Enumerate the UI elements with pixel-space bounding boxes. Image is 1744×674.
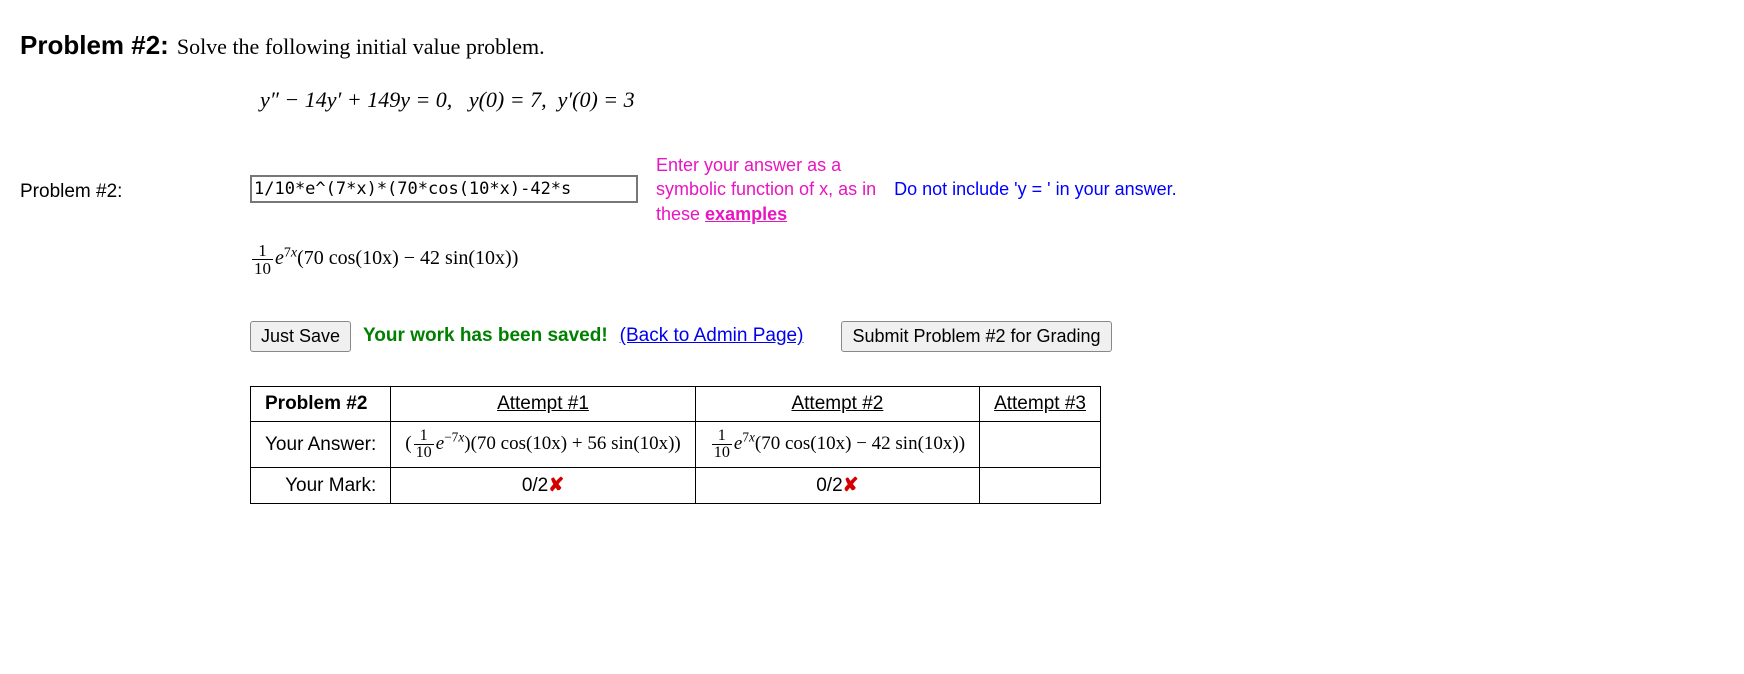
problem-prompt: Solve the following initial value proble… — [177, 34, 545, 60]
rendered-frac-num: 1 — [252, 242, 273, 260]
hint-line2: symbolic function of x, as in — [656, 179, 876, 199]
hint-line1: Enter your answer as a — [656, 155, 841, 175]
problem-header: Problem #2: Solve the following initial … — [20, 30, 1724, 61]
input-warning: Do not include 'y = ' in your answer. — [894, 179, 1177, 200]
row-answer-label: Your Answer: — [251, 421, 391, 467]
table-title: Problem #2 — [251, 386, 391, 421]
saved-message: Your work has been saved! — [363, 325, 608, 347]
attempt-1-mark: 0/2✘ — [391, 468, 695, 504]
rendered-exp: 7 — [284, 245, 291, 260]
rendered-answer: 110e7x(70 cos(10x) − 42 sin(10x)) — [250, 242, 1724, 277]
attempt-2-mark: 0/2✘ — [695, 468, 979, 504]
input-hint: Enter your answer as a symbolic function… — [656, 153, 876, 226]
examples-link[interactable]: examples — [705, 204, 787, 224]
rendered-body: (70 cos(10x) − 42 sin(10x)) — [297, 247, 518, 269]
attempt-2-header[interactable]: Attempt #2 — [695, 386, 979, 421]
button-row: Just Save Your work has been saved! (Bac… — [250, 321, 1724, 352]
equation-ic1: y(0) = 7, — [469, 87, 547, 112]
attempt-2-answer: 110e7x(70 cos(10x) − 42 sin(10x)) — [695, 421, 979, 467]
cross-icon: ✘ — [548, 475, 564, 496]
problem-number: Problem #2: — [20, 30, 169, 61]
equation: y″ − 14y′ + 149y = 0, y(0) = 7, y′(0) = … — [260, 87, 1724, 113]
attempt-3-header[interactable]: Attempt #3 — [980, 386, 1101, 421]
attempt-1-header[interactable]: Attempt #1 — [391, 386, 695, 421]
rendered-frac-den: 10 — [252, 260, 273, 277]
answer-input[interactable]: 1/10*e^(7*x)*(70*cos(10*x)-42*s — [250, 175, 638, 203]
equation-ic2: y′(0) = 3 — [558, 87, 635, 112]
attempt-3-answer — [980, 421, 1101, 467]
row-mark-label: Your Mark: — [251, 468, 391, 504]
submit-button[interactable]: Submit Problem #2 for Grading — [841, 321, 1111, 352]
equation-ode: y″ − 14y′ + 149y = 0, — [260, 87, 452, 112]
back-to-admin-link[interactable]: (Back to Admin Page) — [620, 325, 804, 347]
save-button[interactable]: Just Save — [250, 321, 351, 352]
attempts-table: Problem #2 Attempt #1 Attempt #2 Attempt… — [250, 386, 1101, 504]
attempt-3-mark — [980, 468, 1101, 504]
problem-side-label: Problem #2: — [20, 153, 250, 203]
hint-line3-pre: these — [656, 204, 705, 224]
cross-icon: ✘ — [843, 475, 859, 496]
attempt-1-answer: (110e−7x)(70 cos(10x) + 56 sin(10x)) — [391, 421, 695, 467]
